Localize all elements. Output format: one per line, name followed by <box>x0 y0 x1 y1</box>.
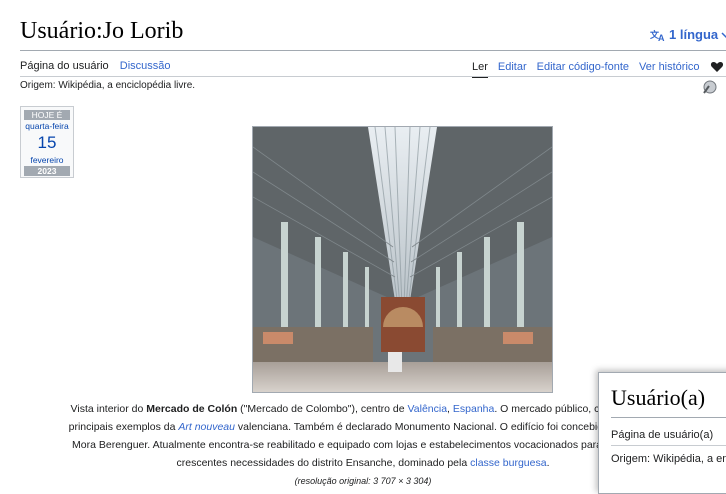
tab-history[interactable]: Ver histórico <box>639 61 700 73</box>
overlay-tabs-divider <box>611 445 726 446</box>
language-count: 1 língua <box>669 27 719 42</box>
caption-text: valenciana. Também é declarado Monumento… <box>234 421 658 433</box>
link-bourgeoisie[interactable]: classe burguesa <box>470 457 546 469</box>
tab-discussion[interactable]: Discussão <box>120 60 171 72</box>
view-tabs: Ler Editar Editar código-fonte Ver histó… <box>472 60 726 78</box>
overlay-divider <box>611 417 726 418</box>
chevron-down-icon <box>721 31 726 38</box>
badge-icon <box>703 80 717 94</box>
caption-text: ("Mercado de Colombo"), centro de <box>237 403 408 415</box>
tab-user-page[interactable]: Página do usuário <box>20 60 109 72</box>
calendar-year[interactable]: 2023 <box>24 166 70 176</box>
caption-bold-market: Mercado de Colón <box>146 403 238 415</box>
svg-text:A: A <box>658 33 665 42</box>
tab-read[interactable]: Ler <box>472 61 488 78</box>
caption-text: principais exemplos da <box>68 421 179 433</box>
calendar-day[interactable]: 15 <box>21 134 73 151</box>
calendar-weekday[interactable]: quarta-feira <box>21 122 73 131</box>
tab-edit[interactable]: Editar <box>498 61 527 73</box>
overlay-title: Usuário(a) <box>611 385 706 410</box>
link-valencia[interactable]: Valência <box>408 403 448 415</box>
caption-text: Mora Berenguer. Atualmente encontra-se r… <box>72 439 614 451</box>
site-origin: Origem: Wikipédia, a enciclopédia livre. <box>20 80 196 91</box>
caption-text: Vista interior do <box>70 403 147 415</box>
namespace-tabs: Página do usuário Discussão <box>20 60 179 72</box>
page-title: Usuário:Jo Lorib <box>20 18 184 44</box>
market-photo[interactable] <box>252 126 553 393</box>
calendar-month[interactable]: fevereiro <box>21 156 73 165</box>
overlay-origin: Origem: Wikipédia, a en <box>611 453 726 465</box>
caption-text: . <box>546 457 550 469</box>
caption-text: crescentes necessidades do distrito Ensa… <box>176 457 471 469</box>
calendar-header: HOJE É <box>24 110 70 120</box>
title-divider <box>20 50 726 51</box>
link-art-nouveau[interactable]: Art nouveau <box>178 421 235 433</box>
tab-edit-source[interactable]: Editar código-fonte <box>537 61 629 73</box>
date-calendar: HOJE É quarta-feira 15 fevereiro 2023 <box>20 106 74 178</box>
heart-icon[interactable] <box>710 60 724 74</box>
link-spain[interactable]: Espanha <box>453 403 494 415</box>
translate-icon: 文 A <box>650 29 665 42</box>
overlay-window[interactable]: Usuário(a) Página de usuário(a) Origem: … <box>598 372 726 494</box>
overlay-tab-user-page[interactable]: Página de usuário(a) <box>611 429 713 441</box>
tabs-divider <box>20 76 726 77</box>
language-button[interactable]: 文 A 1 língua <box>650 27 726 42</box>
